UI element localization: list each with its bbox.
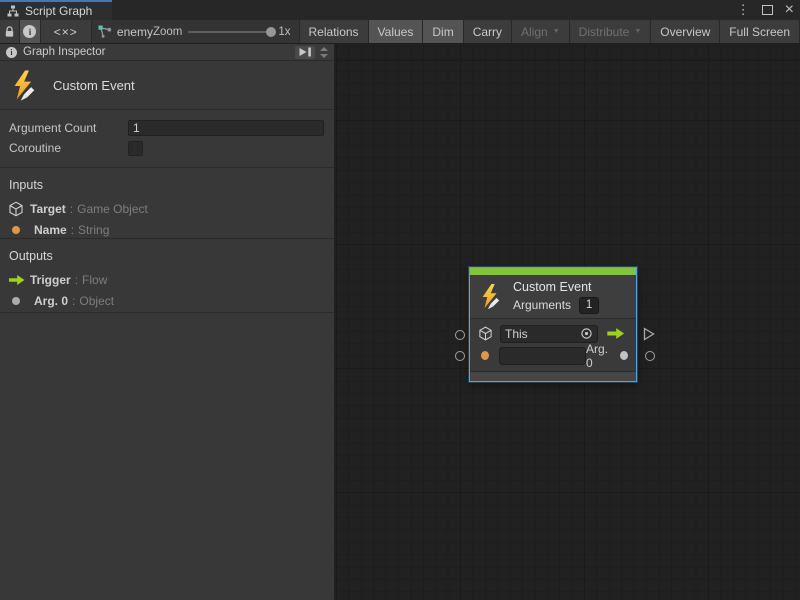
zoom-slider[interactable]	[188, 31, 272, 33]
toolbar-middle: enemy Zoom 1x	[92, 20, 300, 43]
node-title: Custom Event	[513, 280, 599, 295]
unit-title-section: Custom Event	[0, 61, 334, 110]
argument-count-input[interactable]	[128, 120, 324, 136]
breadcrumb-graph-name: enemy	[117, 25, 153, 39]
code-preview-button[interactable]: <×>	[41, 20, 92, 43]
custom-event-icon	[9, 69, 40, 102]
event-name-field[interactable]	[499, 347, 586, 365]
zoom-value: 1x	[278, 26, 290, 38]
arrow-up-icon	[320, 47, 328, 51]
window-maximize-icon[interactable]	[762, 5, 773, 15]
lock-button[interactable]	[0, 20, 20, 43]
flow-arrow-icon	[606, 327, 626, 340]
node-body: This	[470, 319, 636, 371]
dock-panel-button[interactable]	[295, 46, 315, 59]
inputs-header: Inputs	[0, 175, 334, 198]
object-dot-icon	[8, 297, 34, 305]
unit-title: Custom Event	[53, 78, 135, 93]
full-screen-button[interactable]: Full Screen	[720, 20, 800, 43]
node-arguments-label: Arguments	[513, 298, 571, 312]
port-row-target: Target : Game Object	[0, 198, 334, 219]
panel-scrub-control[interactable]	[320, 47, 328, 58]
output-port-arg0[interactable]	[645, 351, 655, 361]
inputs-section: Inputs Target : Game Object Name : Strin…	[0, 168, 334, 239]
values-button[interactable]: Values	[369, 20, 424, 43]
graph-asset-icon	[98, 25, 112, 39]
code-icon: <×>	[54, 25, 78, 39]
chevron-down-icon: ▼	[553, 28, 560, 35]
script-graph-icon	[7, 5, 19, 17]
arrow-down-icon	[320, 54, 328, 58]
unit-fields-section: Argument Count Coroutine	[0, 110, 334, 168]
zoom-label: Zoom	[153, 26, 182, 38]
tab-title: Script Graph	[25, 4, 92, 18]
carry-button[interactable]: Carry	[464, 20, 512, 43]
dock-right-icon	[298, 46, 313, 58]
node-header: Custom Event Arguments 1	[470, 275, 636, 319]
custom-event-icon	[478, 283, 504, 310]
event-color-bar	[470, 268, 636, 275]
graph-canvas[interactable]: Custom Event Arguments 1	[335, 44, 800, 600]
window-menu-icon[interactable]: ⋮	[737, 0, 750, 20]
node-row-name: Arg. 0	[470, 345, 636, 366]
tab-script-graph[interactable]: Script Graph	[0, 0, 112, 20]
string-dot-icon	[481, 351, 489, 360]
dim-button[interactable]: Dim	[423, 20, 463, 43]
cube-icon	[478, 326, 493, 341]
zoom-slider-handle[interactable]	[266, 27, 276, 37]
custom-event-node[interactable]: Custom Event Arguments 1	[469, 267, 637, 382]
object-dot-icon	[620, 351, 628, 360]
port-row-name: Name : String	[0, 219, 334, 240]
port-row-trigger: Trigger : Flow	[0, 269, 334, 290]
input-port-target[interactable]	[455, 330, 465, 340]
node-arguments-value[interactable]: 1	[579, 297, 599, 314]
node-footer	[470, 371, 636, 381]
port-row-arg0: Arg. 0 : Object	[0, 290, 334, 311]
graph-toolbar: i <×> enemy Zoom 1x Relations Values D	[0, 20, 800, 44]
info-icon: i	[6, 47, 17, 58]
coroutine-checkbox[interactable]	[128, 141, 143, 156]
graph-inspector-header: i Graph Inspector	[0, 44, 334, 61]
lock-icon	[4, 26, 15, 38]
align-dropdown-button: Align ▼	[512, 20, 570, 43]
arg0-label: Arg. 0	[586, 342, 614, 370]
target-object-field[interactable]: This	[500, 325, 598, 343]
outputs-header: Outputs	[0, 246, 334, 269]
relations-button[interactable]: Relations	[300, 20, 369, 43]
title-bar: Script Graph ⋮ ×	[0, 0, 800, 20]
flow-arrow-icon	[8, 274, 30, 286]
object-picker-icon[interactable]	[580, 327, 593, 340]
graph-inspector-title: Graph Inspector	[23, 46, 295, 58]
breadcrumb-graph[interactable]: enemy	[98, 25, 153, 39]
info-toggle-button[interactable]: i	[20, 20, 40, 43]
distribute-dropdown-button: Distribute ▼	[570, 20, 652, 43]
overview-button[interactable]: Overview	[651, 20, 720, 43]
cube-icon	[8, 201, 30, 217]
outputs-section: Outputs Trigger : Flow Arg. 0 : Object	[0, 239, 334, 313]
string-dot-icon	[8, 226, 34, 234]
window-close-icon[interactable]: ×	[785, 0, 794, 20]
output-port-trigger[interactable]	[643, 327, 655, 346]
inspector-empty-area	[0, 313, 334, 600]
chevron-down-icon: ▼	[634, 28, 641, 35]
info-icon: i	[23, 25, 36, 38]
coroutine-label: Coroutine	[9, 141, 128, 155]
input-port-name[interactable]	[455, 351, 465, 361]
argument-count-label: Argument Count	[9, 121, 128, 135]
graph-inspector-panel: i Graph Inspector	[0, 44, 335, 600]
